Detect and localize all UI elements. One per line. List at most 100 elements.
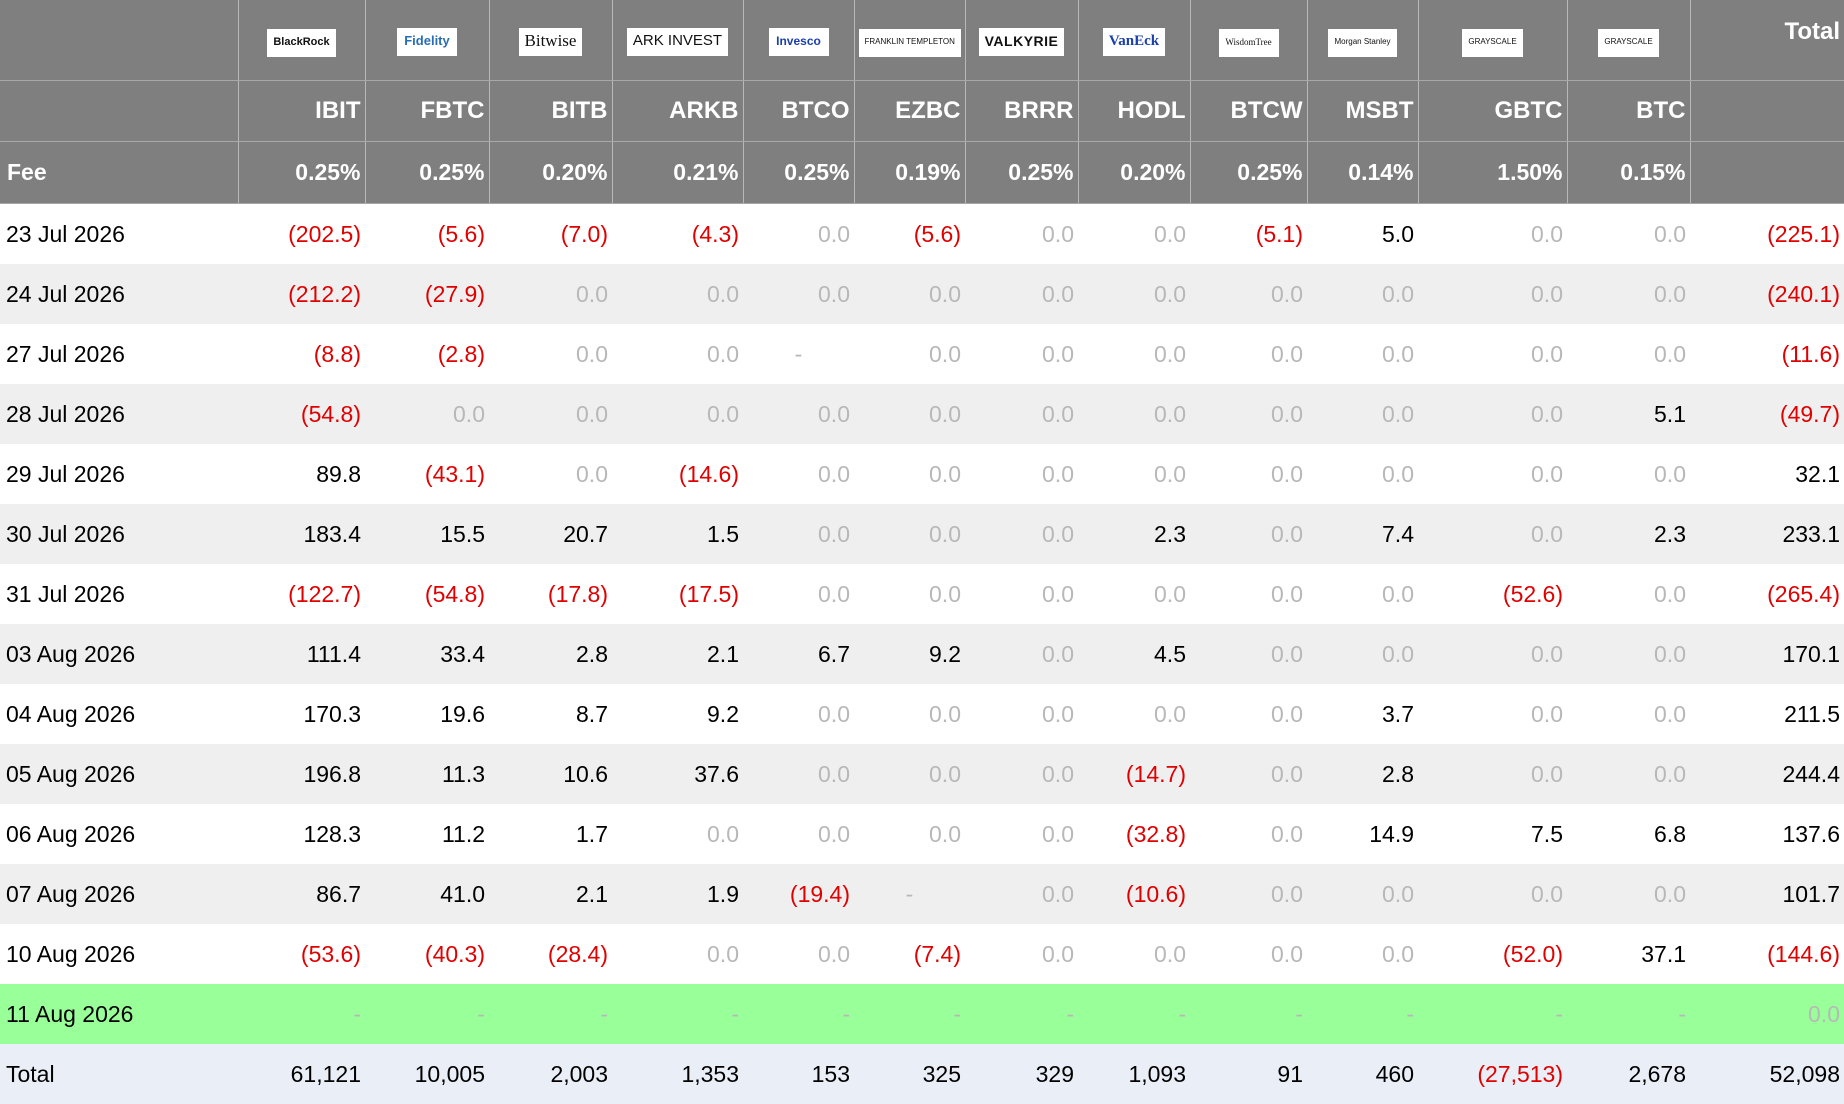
table-row: 30 Jul 2026183.415.520.71.50.00.00.02.30… xyxy=(0,504,1844,564)
fee-total-cell xyxy=(1690,142,1844,204)
flow-cell: 5.1 xyxy=(1567,384,1690,444)
flow-cell: 0.0 xyxy=(1190,324,1307,384)
column-total-cell: 10,005 xyxy=(365,1044,489,1104)
fee-cell: 0.25% xyxy=(365,142,489,204)
flow-cell: 0.0 xyxy=(489,264,612,324)
table-header: BlackRockFidelityBitwiseARK INVESTInvesc… xyxy=(0,0,1844,204)
fee-cell: 1.50% xyxy=(1418,142,1567,204)
flow-cell: 0.0 xyxy=(1078,264,1190,324)
flow-cell: - xyxy=(238,984,365,1044)
column-total-cell: 153 xyxy=(743,1044,854,1104)
column-total-cell: 2,003 xyxy=(489,1044,612,1104)
flow-cell: 0.0 xyxy=(1190,804,1307,864)
issuer-logo-cell: Morgan Stanley xyxy=(1307,0,1418,81)
flow-cell: 5.0 xyxy=(1307,204,1418,265)
date-cell: 24 Jul 2026 xyxy=(0,264,238,324)
flow-cell: 8.7 xyxy=(489,684,612,744)
flow-cell: 0.0 xyxy=(743,924,854,984)
table-row: 28 Jul 2026(54.8)0.00.00.00.00.00.00.00.… xyxy=(0,384,1844,444)
issuer-logo: GRAYSCALE xyxy=(1598,29,1658,57)
date-cell: 05 Aug 2026 xyxy=(0,744,238,804)
flow-cell: 11.3 xyxy=(365,744,489,804)
date-cell: 03 Aug 2026 xyxy=(0,624,238,684)
flow-cell: 0.0 xyxy=(612,924,743,984)
ticker-header: FBTC xyxy=(365,81,489,142)
flow-cell: 86.7 xyxy=(238,864,365,924)
ticker-header: ARKB xyxy=(612,81,743,142)
table-row: 11 Aug 2026------------0.0 xyxy=(0,984,1844,1044)
row-total-cell: (144.6) xyxy=(1690,924,1844,984)
flow-cell: 0.0 xyxy=(1418,324,1567,384)
flow-cell: (43.1) xyxy=(365,444,489,504)
column-total-cell: 2,678 xyxy=(1567,1044,1690,1104)
fee-cell: 0.25% xyxy=(1190,142,1307,204)
flow-cell: (5.1) xyxy=(1190,204,1307,265)
flow-cell: 0.0 xyxy=(1078,204,1190,265)
issuer-logo: VALKYRIE xyxy=(979,28,1065,56)
flow-cell: 0.0 xyxy=(965,864,1078,924)
fee-cell: 0.14% xyxy=(1307,142,1418,204)
flow-cell: - xyxy=(854,984,965,1044)
flow-cell: 0.0 xyxy=(1190,624,1307,684)
flow-cell: 3.7 xyxy=(1307,684,1418,744)
totals-label: Total xyxy=(0,1044,238,1104)
column-total-cell: 460 xyxy=(1307,1044,1418,1104)
flow-cell: (40.3) xyxy=(365,924,489,984)
flow-cell: 0.0 xyxy=(1418,744,1567,804)
ticker-header: BTC xyxy=(1567,81,1690,142)
row-total-cell: (240.1) xyxy=(1690,264,1844,324)
flow-cell: 0.0 xyxy=(965,624,1078,684)
ticker-header: BITB xyxy=(489,81,612,142)
issuer-logo: VanEck xyxy=(1103,28,1165,56)
fee-cell: 0.21% xyxy=(612,142,743,204)
flow-cell: 0.0 xyxy=(1567,864,1690,924)
flow-cell: 0.0 xyxy=(1190,264,1307,324)
fee-cell: 0.15% xyxy=(1567,142,1690,204)
table-row: 07 Aug 202686.741.02.11.9(19.4)-0.0(10.6… xyxy=(0,864,1844,924)
flow-cell: 0.0 xyxy=(1418,624,1567,684)
flow-cell: 14.9 xyxy=(1307,804,1418,864)
grand-total-cell: 52,098 xyxy=(1690,1044,1844,1104)
flow-cell: 0.0 xyxy=(1567,744,1690,804)
totals-row: Total61,12110,0052,0031,3531533253291,09… xyxy=(0,1044,1844,1104)
flow-cell: (17.8) xyxy=(489,564,612,624)
flow-cell: - xyxy=(1567,984,1690,1044)
fee-row: Fee0.25%0.25%0.20%0.21%0.25%0.19%0.25%0.… xyxy=(0,142,1844,204)
flow-cell: 15.5 xyxy=(365,504,489,564)
flow-cell: 0.0 xyxy=(1190,444,1307,504)
ticker-header: BRRR xyxy=(965,81,1078,142)
flow-cell: 0.0 xyxy=(1078,324,1190,384)
ticker-header: IBIT xyxy=(238,81,365,142)
date-cell: 27 Jul 2026 xyxy=(0,324,238,384)
flow-cell: (14.7) xyxy=(1078,744,1190,804)
flow-cell: 0.0 xyxy=(1307,924,1418,984)
flow-cell: 2.1 xyxy=(612,624,743,684)
fee-label: Fee xyxy=(0,142,238,204)
flow-cell: (7.0) xyxy=(489,204,612,265)
ticker-header: EZBC xyxy=(854,81,965,142)
ticker-row: IBITFBTCBITBARKBBTCOEZBCBRRRHODLBTCWMSBT… xyxy=(0,81,1844,142)
flow-cell: 0.0 xyxy=(1567,564,1690,624)
table-row: 23 Jul 2026(202.5)(5.6)(7.0)(4.3)0.0(5.6… xyxy=(0,204,1844,265)
issuer-logo: WisdomTree xyxy=(1219,29,1279,57)
ticker-total-cell xyxy=(1690,81,1844,142)
issuer-logo-cell: FRANKLIN TEMPLETON xyxy=(854,0,965,81)
flow-cell: 6.7 xyxy=(743,624,854,684)
flow-cell: 0.0 xyxy=(965,744,1078,804)
flow-cell: 0.0 xyxy=(743,204,854,265)
table-row: 10 Aug 2026(53.6)(40.3)(28.4)0.00.0(7.4)… xyxy=(0,924,1844,984)
flow-cell: 7.5 xyxy=(1418,804,1567,864)
row-total-cell: 244.4 xyxy=(1690,744,1844,804)
ticker-header: HODL xyxy=(1078,81,1190,142)
flow-cell: 183.4 xyxy=(238,504,365,564)
flow-cell: 0.0 xyxy=(1190,744,1307,804)
flow-cell: 0.0 xyxy=(489,384,612,444)
row-total-cell: (49.7) xyxy=(1690,384,1844,444)
issuer-logo: ARK INVEST xyxy=(627,28,728,56)
flow-cell: (14.6) xyxy=(612,444,743,504)
flow-cell: (202.5) xyxy=(238,204,365,265)
flow-cell: 2.8 xyxy=(1307,744,1418,804)
flow-cell: 37.1 xyxy=(1567,924,1690,984)
row-total-cell: 170.1 xyxy=(1690,624,1844,684)
flow-cell: (212.2) xyxy=(238,264,365,324)
